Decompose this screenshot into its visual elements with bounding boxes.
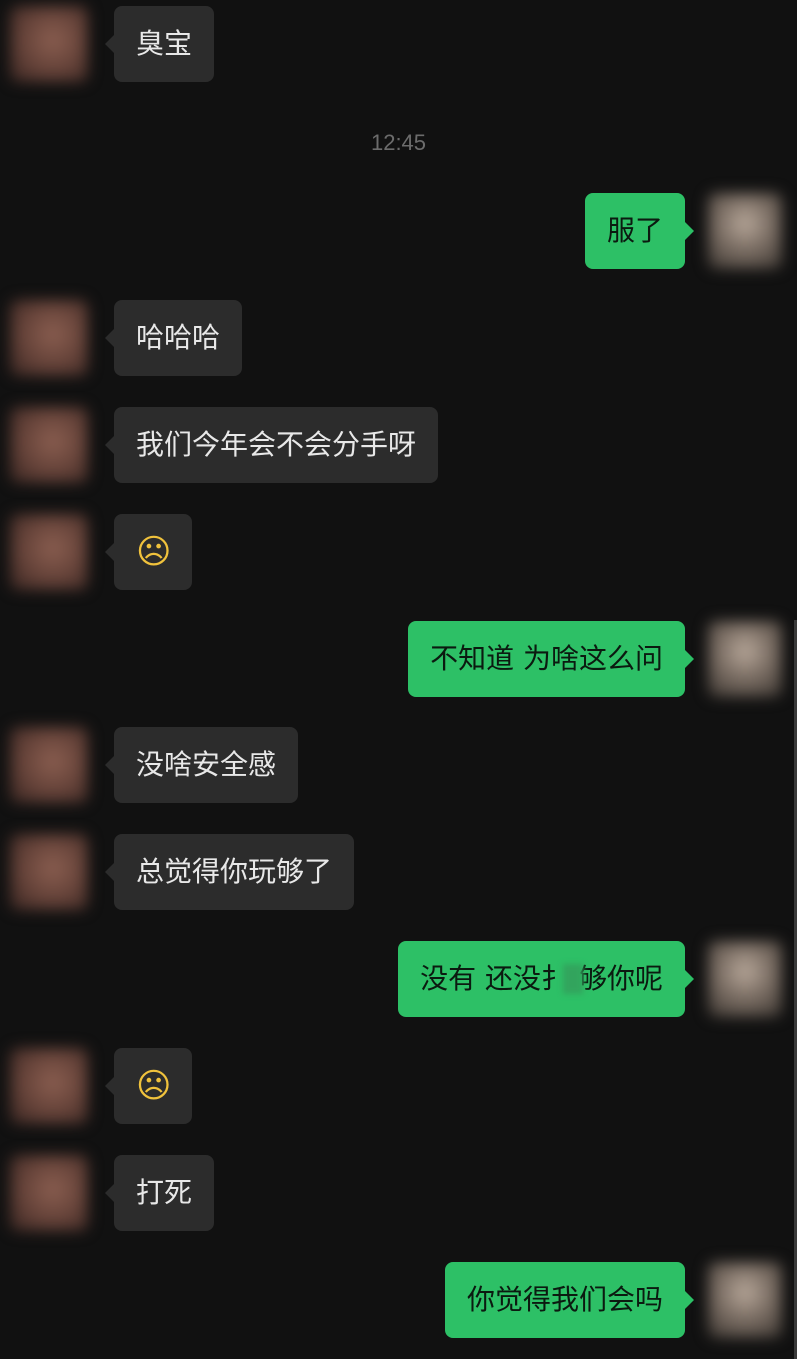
- outgoing-message-bubble[interactable]: 服了: [584, 193, 695, 269]
- user-avatar[interactable]: [708, 941, 782, 1017]
- outgoing-message-bubble[interactable]: 不知道 为啥这么问: [408, 621, 694, 697]
- contact-avatar[interactable]: [10, 1048, 88, 1124]
- incoming-message-bubble[interactable]: 我们今年会不会分手呀: [104, 407, 439, 483]
- message-text-start: 没有 还没扌: [420, 962, 569, 995]
- message-text: 总觉得你玩够了: [136, 855, 333, 888]
- outgoing-message-bubble[interactable]: 你觉得我们会吗: [444, 1262, 695, 1338]
- contact-avatar[interactable]: [10, 727, 88, 803]
- message-text: 臭宝: [136, 27, 193, 60]
- timestamp: 12:45: [370, 130, 427, 155]
- contact-avatar[interactable]: [10, 6, 88, 82]
- message-text: 打死: [136, 1176, 193, 1209]
- outgoing-message-bubble[interactable]: 没有 还没扌 够你呢: [398, 941, 694, 1017]
- contact-avatar[interactable]: [10, 514, 88, 590]
- contact-avatar[interactable]: [10, 300, 88, 376]
- sad-face-icon: ☹: [136, 532, 172, 572]
- contact-avatar[interactable]: [10, 834, 88, 910]
- message-text: 不知道 为啥这么问: [430, 642, 663, 675]
- user-avatar[interactable]: [708, 1262, 782, 1338]
- contact-avatar[interactable]: [10, 407, 88, 483]
- chat-view: 臭宝 12:45 服了 哈哈哈 我们今年会不会分手呀 ☹ 不知道 为啥这么问 没…: [0, 0, 797, 1359]
- incoming-message-bubble[interactable]: 总觉得你玩够了: [104, 834, 355, 910]
- incoming-message-bubble[interactable]: 打死: [104, 1155, 215, 1231]
- message-text: 没啥安全感: [136, 748, 277, 781]
- blur-mark: [562, 964, 583, 994]
- incoming-message-bubble[interactable]: ☹: [105, 1048, 192, 1124]
- incoming-message-bubble[interactable]: ☹: [105, 514, 192, 590]
- incoming-message-bubble[interactable]: 臭宝: [104, 6, 215, 82]
- message-text: 服了: [606, 214, 663, 247]
- user-avatar[interactable]: [708, 621, 782, 697]
- contact-avatar[interactable]: [10, 1155, 88, 1231]
- incoming-message-bubble[interactable]: 没啥安全感: [104, 727, 299, 803]
- message-text: 哈哈哈: [136, 321, 221, 354]
- sad-face-icon: ☹: [136, 1066, 172, 1106]
- user-avatar[interactable]: [708, 193, 782, 269]
- message-text: 我们今年会不会分手呀: [136, 428, 417, 461]
- incoming-message-bubble[interactable]: 哈哈哈: [104, 300, 243, 376]
- message-text-end: 够你呢: [578, 962, 663, 995]
- message-text: 你觉得我们会吗: [466, 1283, 663, 1316]
